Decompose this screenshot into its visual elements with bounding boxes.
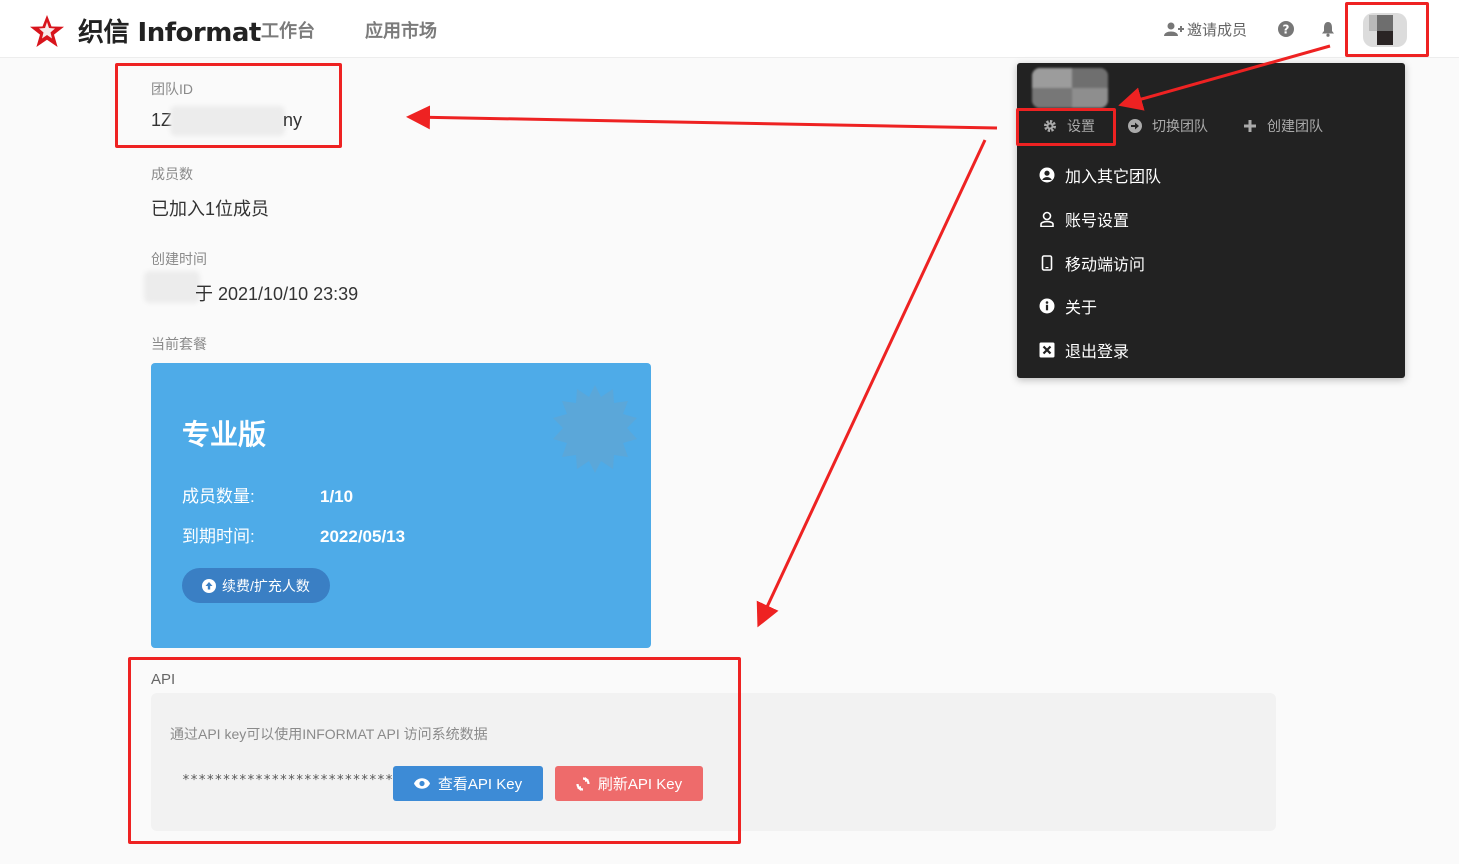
menu-logout[interactable]: 退出登录 — [1039, 338, 1129, 362]
main-nav: 工作台 应用市场 — [261, 17, 437, 43]
help-button[interactable]: ? — [1278, 14, 1294, 44]
user-icon — [1040, 211, 1054, 227]
notifications-button[interactable] — [1320, 14, 1336, 44]
members-value: 已加入1位成员 — [151, 199, 270, 219]
plan-label: 当前套餐 — [151, 336, 207, 352]
plan-members-row: 成员数量: 1/10 — [182, 482, 353, 507]
highlight-team-id — [115, 63, 342, 148]
menu-join-team-label: 加入其它团队 — [1065, 169, 1162, 186]
nav-workbench[interactable]: 工作台 — [261, 17, 315, 43]
help-icon: ? — [1278, 21, 1294, 37]
created-value: 于 2021/10/10 23:39 — [195, 284, 359, 304]
invite-members-label: 邀请成员 — [1187, 21, 1248, 39]
star-logo-icon — [30, 14, 64, 47]
close-square-icon — [1039, 342, 1055, 358]
menu-account-settings-label: 账号设置 — [1065, 213, 1130, 230]
highlight-avatar — [1345, 2, 1429, 57]
plan-members-key: 成员数量: — [182, 487, 255, 506]
renew-label: 续费/扩充人数 — [222, 577, 310, 594]
menu-about[interactable]: 关于 — [1039, 294, 1097, 318]
plus-icon — [1244, 120, 1256, 132]
members-label: 成员数 — [151, 166, 193, 182]
plan-card: 专业版 成员数量: 1/10 到期时间: 2022/05/13 续费/扩充人数 — [151, 363, 651, 648]
highlight-settings — [1016, 108, 1116, 146]
mobile-icon — [1041, 255, 1053, 271]
menu-logout-label: 退出登录 — [1065, 344, 1130, 361]
menu-mobile-access-label: 移动端访问 — [1065, 257, 1146, 274]
info-icon — [1039, 298, 1055, 314]
menu-create-team[interactable]: 创建团队 — [1243, 116, 1323, 136]
badge-icon — [553, 385, 637, 473]
logo[interactable]: 织信 Informat — [28, 12, 261, 49]
arrow-circle-right-icon — [1128, 119, 1142, 133]
svg-text:?: ? — [1283, 23, 1290, 37]
plan-expire-key: 到期时间: — [182, 527, 255, 546]
menu-switch-team[interactable]: 切换团队 — [1128, 116, 1208, 136]
menu-join-team[interactable]: 加入其它团队 — [1039, 163, 1161, 187]
bell-icon — [1322, 22, 1334, 37]
plan-members-value: 1/10 — [320, 487, 354, 506]
renew-button[interactable]: 续费/扩充人数 — [182, 568, 330, 603]
plan-name: 专业版 — [182, 419, 267, 450]
menu-mobile-access[interactable]: 移动端访问 — [1039, 251, 1145, 275]
plan-expire-row: 到期时间: 2022/05/13 — [182, 522, 405, 547]
menu-about-label: 关于 — [1065, 300, 1098, 317]
redacted-creator — [144, 271, 200, 303]
nav-app-market[interactable]: 应用市场 — [365, 17, 437, 43]
invite-members-button[interactable]: 邀请成员 — [1164, 14, 1247, 44]
menu-create-team-label: 创建团队 — [1267, 118, 1323, 134]
menu-user-avatar — [1032, 68, 1108, 108]
menu-switch-team-label: 切换团队 — [1152, 118, 1208, 134]
user-circle-icon — [1039, 167, 1055, 183]
menu-account-settings[interactable]: 账号设置 — [1039, 207, 1129, 231]
arrow-up-circle-icon — [202, 578, 216, 593]
logo-text: 织信 Informat — [78, 18, 261, 48]
created-label: 创建时间 — [151, 251, 207, 267]
highlight-api — [128, 657, 741, 844]
top-bar: 织信 Informat 工作台 应用市场 邀请成员 ? — [0, 0, 1459, 58]
user-plus-icon — [1164, 22, 1184, 36]
plan-expire-value: 2022/05/13 — [320, 527, 406, 546]
